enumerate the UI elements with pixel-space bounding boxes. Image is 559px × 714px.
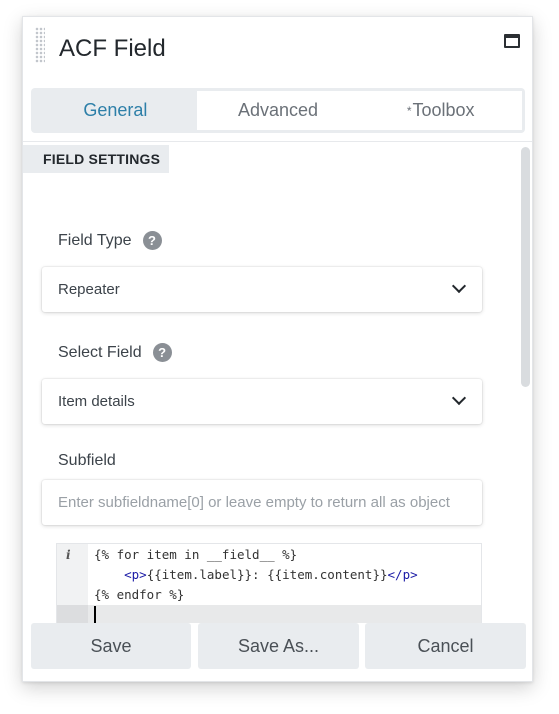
subfield-input[interactable] — [42, 480, 482, 525]
maximize-icon[interactable] — [504, 34, 520, 48]
select-field-select[interactable]: Item details — [42, 379, 482, 424]
save-button[interactable]: Save — [31, 623, 191, 669]
text-cursor — [94, 606, 96, 624]
tab-bar: General Advanced * Toolbox — [31, 88, 525, 133]
help-icon[interactable]: ? — [152, 343, 172, 362]
select-field-value: Item details — [58, 393, 135, 410]
divider — [23, 141, 532, 142]
help-icon[interactable]: ? — [142, 231, 162, 250]
scrollbar[interactable] — [521, 147, 530, 387]
code-text: {{item.label}}: {{item.content}} — [146, 567, 388, 582]
tab-label: Toolbox — [412, 100, 475, 120]
code-text: {% for item in __field__ %} — [94, 547, 298, 562]
panel-title: ACF Field — [59, 35, 166, 62]
code-tag-close: </p> — [387, 567, 418, 582]
chevron-down-icon — [451, 278, 467, 294]
field-type-label-text: Field Type — [58, 231, 132, 249]
tab-label: General — [83, 100, 148, 120]
drag-handle-icon[interactable] — [35, 27, 45, 63]
active-line — [57, 605, 481, 625]
settings-panel: ACF Field General Advanced * Toolbox FIEL… — [22, 16, 533, 682]
code-editor[interactable]: i {% for item in __field__ %} <p>{{item.… — [56, 543, 482, 633]
select-field-label-text: Select Field — [58, 343, 142, 361]
tab-advanced[interactable]: Advanced — [196, 91, 360, 130]
section-title: FIELD SETTINGS — [23, 145, 169, 173]
subfield-label-text: Subfield — [58, 452, 116, 469]
code-line: {% for item in __field__ %} — [94, 545, 297, 565]
code-tag-open: <p> — [124, 567, 147, 582]
field-type-value: Repeater — [58, 281, 120, 298]
save-as-button[interactable]: Save As... — [198, 623, 359, 669]
field-type-select[interactable]: Repeater — [42, 267, 482, 312]
cancel-button[interactable]: Cancel — [365, 623, 526, 669]
tab-label: Advanced — [237, 100, 319, 120]
chevron-down-icon — [451, 390, 467, 406]
select-field-label: Select Field ? — [58, 343, 172, 362]
code-line: {% endfor %} — [94, 585, 184, 605]
code-text: {% endfor %} — [94, 587, 185, 602]
tab-prefix: * — [406, 103, 412, 118]
tab-general[interactable]: General — [34, 91, 197, 130]
subfield-label: Subfield — [58, 452, 116, 470]
code-line: <p>{{item.label}}: {{item.content}}</p> — [94, 565, 418, 585]
footer: Save Save As... Cancel — [23, 623, 532, 681]
info-icon: i — [66, 548, 71, 562]
settings-content: FIELD SETTINGS Field Type ? Repeater Sel… — [23, 143, 532, 633]
active-gutter — [57, 605, 88, 625]
field-type-label: Field Type ? — [58, 231, 162, 250]
tab-toolbox[interactable]: * Toolbox — [359, 91, 523, 130]
